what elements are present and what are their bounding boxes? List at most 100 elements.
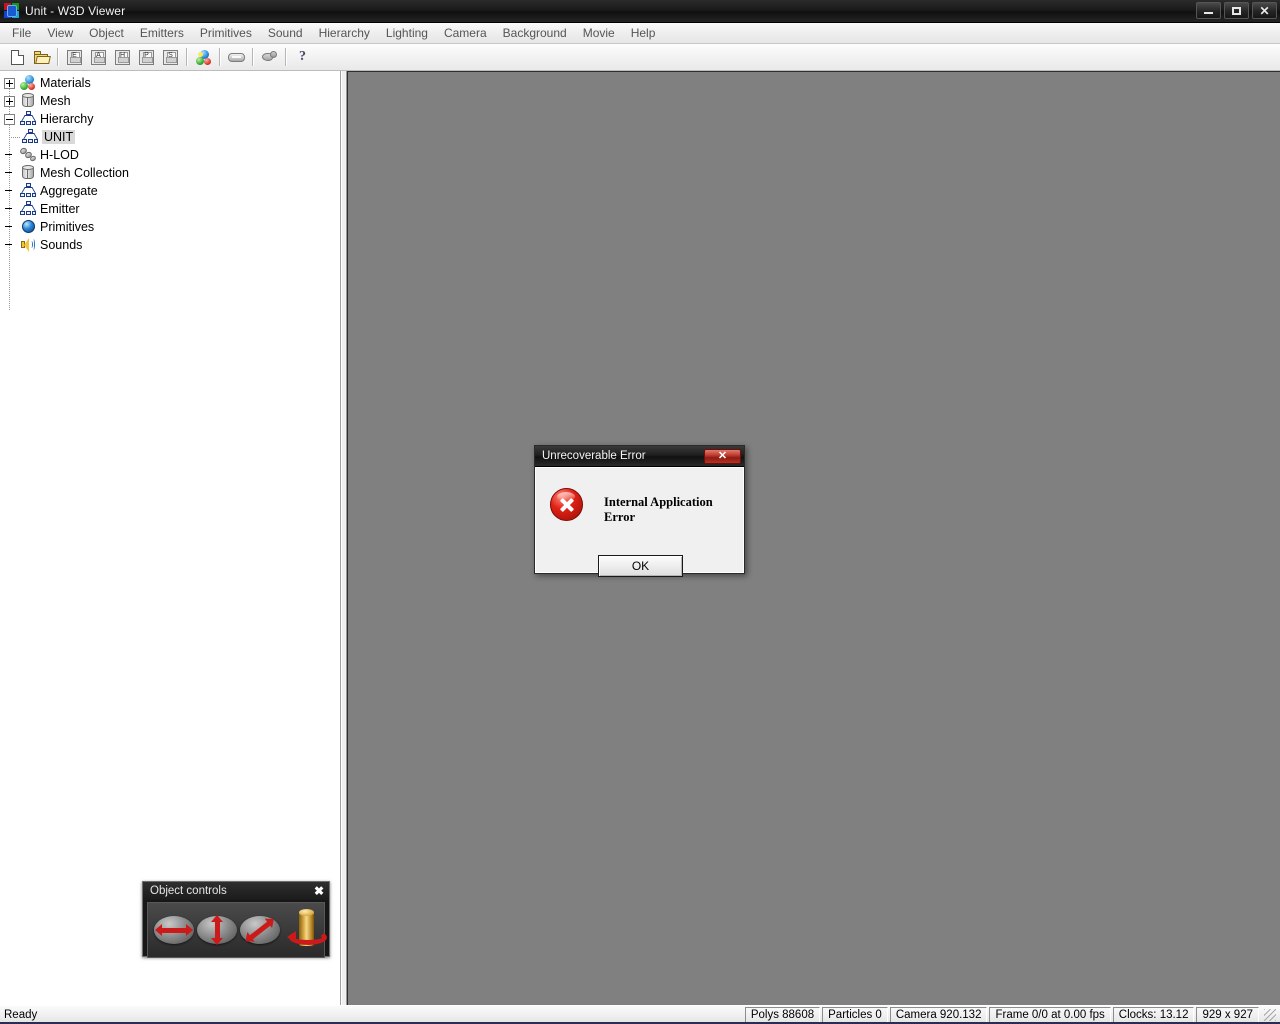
minimize-button[interactable] (1196, 2, 1221, 19)
object-controls-buttons (147, 902, 325, 958)
window-controls: ✕ (1196, 2, 1277, 19)
tree-item-mesh-collection[interactable]: Mesh Collection (0, 164, 340, 182)
open-folder-icon (34, 51, 50, 64)
menu-emitters[interactable]: Emitters (132, 24, 192, 42)
help-button[interactable]: ? (291, 46, 314, 68)
sounds-icon (20, 237, 36, 253)
primitives-icon (20, 219, 36, 235)
ok-button[interactable]: OK (598, 555, 683, 577)
tree-item-hierarchy[interactable]: Hierarchy (0, 110, 340, 128)
help-question-icon: ? (299, 50, 306, 64)
pan-diagonal-button[interactable] (240, 916, 280, 944)
rotate-cylinder-top (299, 909, 314, 916)
export-emitter-icon: E (67, 50, 82, 65)
expander-placeholder (4, 168, 15, 179)
dialog-close-button[interactable]: ✕ (704, 449, 741, 464)
hierarchy-icon (20, 111, 36, 127)
status-pane-camera: Camera 920.132 (890, 1007, 988, 1024)
menu-object[interactable]: Object (81, 24, 132, 42)
dialog-titlebar: Unrecoverable Error ✕ (535, 446, 744, 467)
status-pane-resolution: 929 x 927 (1196, 1007, 1259, 1024)
expander-plus-icon[interactable] (4, 96, 15, 107)
bar-capsule-icon (228, 53, 245, 62)
toolbar-separator-3 (219, 48, 221, 66)
menu-movie[interactable]: Movie (575, 24, 623, 42)
tree-item-emitter[interactable]: Emitter (0, 200, 340, 218)
tree-item-label: H-LOD (40, 148, 79, 162)
mesh-icon (20, 165, 36, 181)
new-document-icon (11, 50, 24, 65)
export-aggregate-icon: A (91, 50, 106, 65)
tree-item-label: Sounds (40, 238, 82, 252)
w3d-viewer-window: Unit - W3D Viewer ✕ File View Object Emi… (0, 0, 1280, 1024)
tree-item-label: Aggregate (40, 184, 98, 198)
object-controls-titlebar: Object controls ✖ (143, 882, 329, 900)
tree-item-unit[interactable]: UNIT (0, 128, 340, 146)
close-icon[interactable]: ✖ (314, 885, 324, 897)
rotate-button[interactable] (285, 908, 331, 952)
materials-icon (20, 75, 36, 91)
menu-background[interactable]: Background (495, 24, 575, 42)
arrow-left-right-icon (161, 928, 187, 933)
resize-grip-icon[interactable] (1263, 1008, 1277, 1022)
status-pane-frame: Frame 0/0 at 0.00 fps (989, 1007, 1110, 1024)
menu-lighting[interactable]: Lighting (378, 24, 436, 42)
materials-palette-button[interactable] (192, 46, 215, 68)
expander-placeholder (4, 150, 15, 161)
export-aggregate-button[interactable]: A (87, 46, 110, 68)
hierarchy-icon (20, 183, 36, 199)
export-hierarchy-icon: H (115, 50, 130, 65)
menu-view[interactable]: View (39, 24, 81, 42)
menu-hierarchy[interactable]: Hierarchy (311, 24, 378, 42)
status-pane-particles: Particles 0 (822, 1007, 888, 1024)
pan-vertical-button[interactable] (197, 916, 237, 944)
object-controls-panel[interactable]: Object controls ✖ (142, 881, 330, 957)
dialog-title: Unrecoverable Error (542, 450, 646, 462)
export-emitter-button[interactable]: E (63, 46, 86, 68)
new-document-button[interactable] (6, 46, 29, 68)
tree-item-materials[interactable]: Materials (0, 74, 340, 92)
open-file-button[interactable] (30, 46, 53, 68)
expander-minus-icon[interactable] (4, 114, 15, 125)
tree-item-label: Mesh Collection (40, 166, 129, 180)
window-title: Unit - W3D Viewer (25, 4, 125, 18)
pan-horizontal-button[interactable] (154, 916, 194, 944)
expander-plus-icon[interactable] (4, 78, 15, 89)
mesh-icon (20, 93, 36, 109)
export-primitive-button[interactable]: P (135, 46, 158, 68)
menu-file[interactable]: File (4, 24, 39, 42)
menu-primitives[interactable]: Primitives (192, 24, 260, 42)
bar-capsule-button[interactable] (225, 46, 248, 68)
expander-placeholder (4, 240, 15, 251)
tree-item-h-lod[interactable]: H-LOD (0, 146, 340, 164)
toolbar-separator-1 (57, 48, 59, 66)
error-dialog[interactable]: Unrecoverable Error ✕ Internal Applicati… (534, 445, 745, 574)
app-icon (4, 3, 20, 19)
menu-sound[interactable]: Sound (260, 24, 311, 42)
expander-placeholder (4, 186, 15, 197)
tree-item-sounds[interactable]: Sounds (0, 236, 340, 254)
main-area: Materials Mesh Hierarchy (0, 71, 1280, 1005)
tree-item-primitives[interactable]: Primitives (0, 218, 340, 236)
tree-item-mesh[interactable]: Mesh (0, 92, 340, 110)
dialog-body: Internal Application Error OK (535, 467, 744, 573)
tree-item-aggregate[interactable]: Aggregate (0, 182, 340, 200)
arrow-up-down-icon (215, 921, 220, 939)
rotate-arrow-tip-icon (287, 931, 296, 943)
materials-palette-icon (196, 50, 212, 65)
tree-item-label: Emitter (40, 202, 80, 216)
blob-bone-icon (262, 51, 277, 63)
close-button[interactable]: ✕ (1252, 2, 1277, 19)
statusbar: Ready Polys 88608 Particles 0 Camera 920… (0, 1005, 1280, 1024)
export-hierarchy-button[interactable]: H (111, 46, 134, 68)
maximize-button[interactable] (1224, 2, 1249, 19)
expander-placeholder (4, 222, 15, 233)
status-pane-clocks: Clocks: 13.12 (1113, 1007, 1195, 1024)
export-sound-button[interactable]: S (159, 46, 182, 68)
tree-branch-line (9, 137, 21, 138)
3d-viewport[interactable]: Unrecoverable Error ✕ Internal Applicati… (347, 71, 1280, 1005)
blob-bone-button[interactable] (258, 46, 281, 68)
asset-tree-panel[interactable]: Materials Mesh Hierarchy (0, 71, 341, 1005)
menu-help[interactable]: Help (623, 24, 664, 42)
menu-camera[interactable]: Camera (436, 24, 495, 42)
